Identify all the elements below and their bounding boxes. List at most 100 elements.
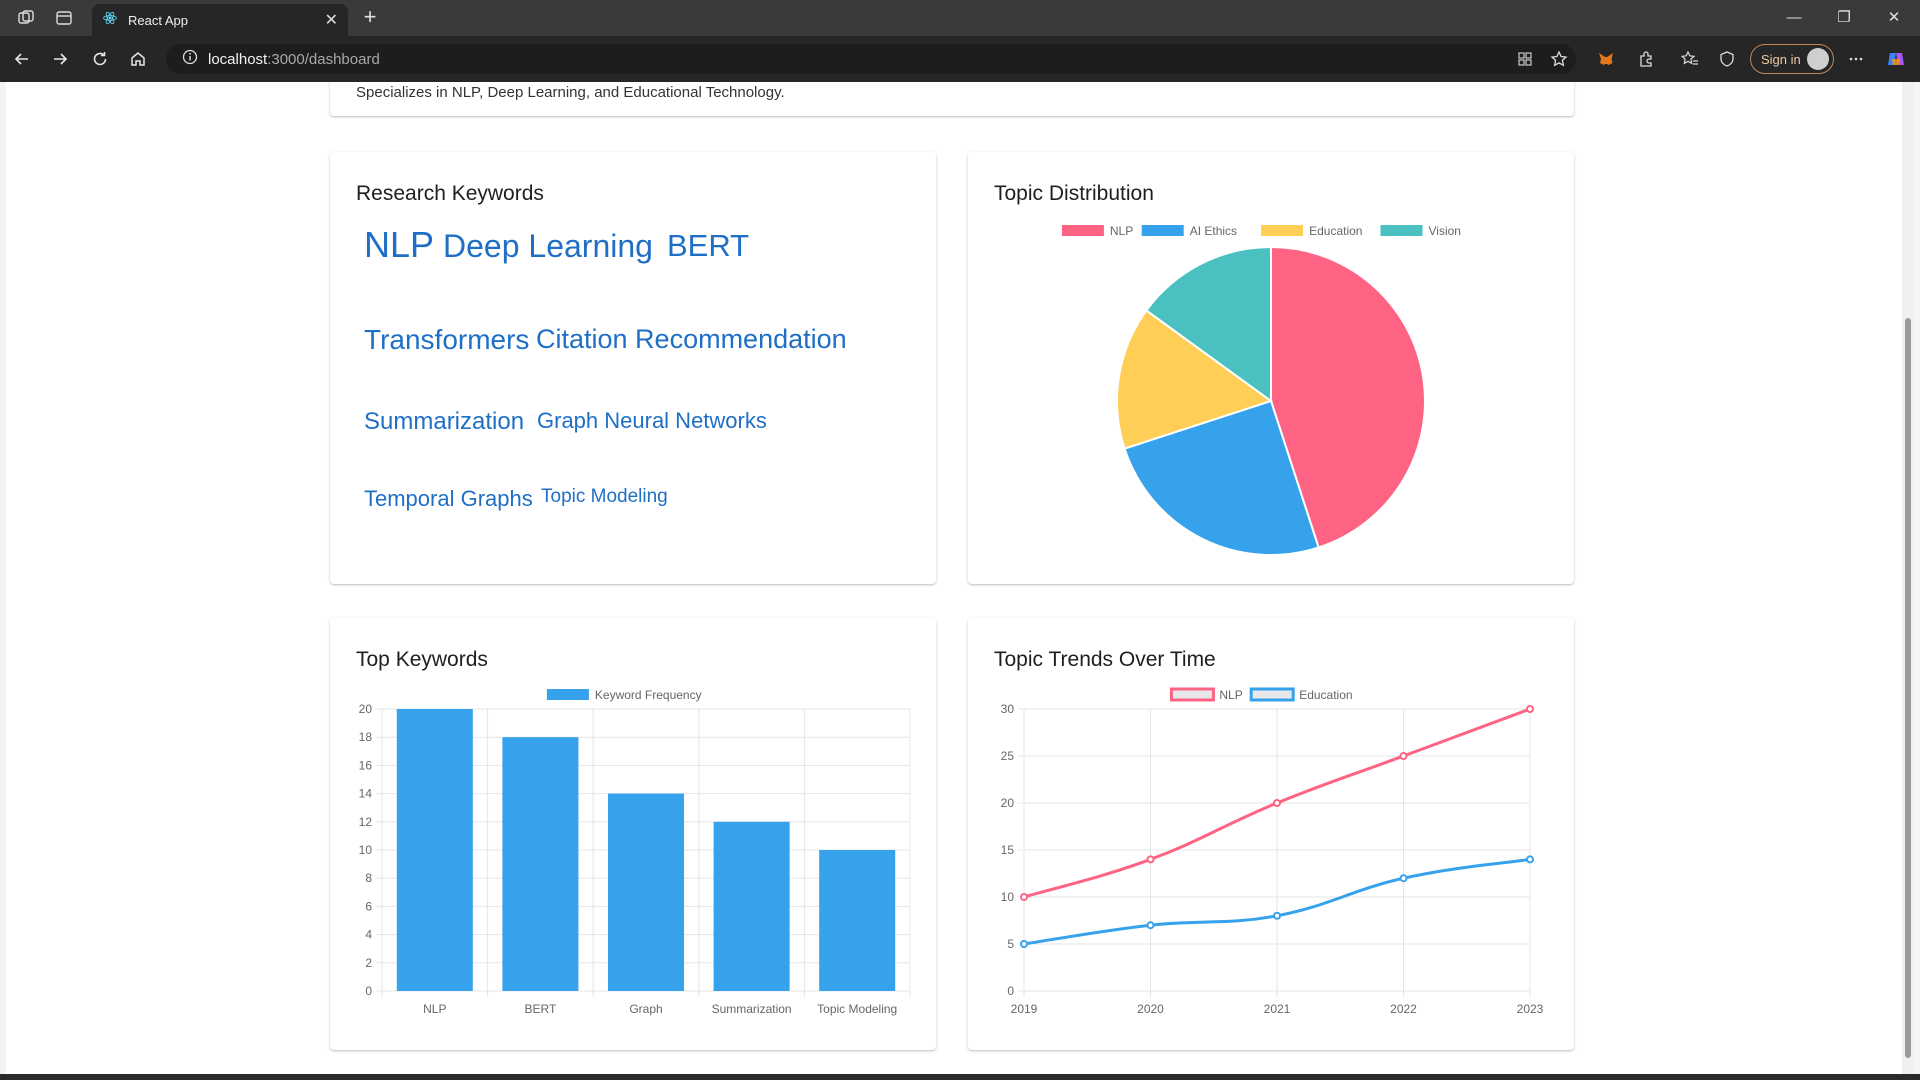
bar-topic-modeling (819, 850, 896, 991)
data-point-education (1526, 855, 1534, 864)
tab-actions-icon[interactable] (52, 6, 76, 30)
data-point-nlp (1020, 893, 1028, 901)
x-tick-label: 2022 (1390, 1002, 1417, 1016)
y-tick-label: 8 (365, 871, 372, 885)
keyword-transformers[interactable]: Transformers (364, 324, 529, 356)
bar-summarization (713, 821, 790, 991)
address-bar[interactable]: localhost:3000/dashboard (166, 44, 1576, 74)
browser-essentials-icon[interactable] (1713, 45, 1741, 73)
avatar (1807, 48, 1829, 70)
data-point-education (1020, 940, 1028, 948)
legend-label: Vision (1429, 224, 1461, 238)
y-tick-label: 14 (359, 787, 373, 801)
extensions-icon[interactable] (1632, 45, 1660, 73)
x-tick-label: 2019 (1011, 1002, 1038, 1016)
legend-label: Education (1299, 688, 1352, 702)
legend-swatch (1061, 225, 1104, 236)
data-point-nlp (1273, 799, 1281, 807)
legend-swatch (1380, 225, 1423, 236)
browser-nav-bar: localhost:3000/dashboard Sign in (0, 36, 1920, 82)
url-text: localhost:3000/dashboard (208, 50, 380, 68)
legend-swatch (1249, 687, 1295, 702)
keyword-citation-recommendation[interactable]: Citation Recommendation (536, 324, 847, 355)
keyword-temporal-graphs[interactable]: Temporal Graphs (364, 486, 533, 512)
y-tick-label: 2 (365, 956, 372, 970)
x-tick-label: 2023 (1517, 1002, 1544, 1016)
more-menu-icon[interactable] (1842, 45, 1870, 73)
close-tab-icon[interactable]: ✕ (325, 10, 338, 30)
back-icon[interactable] (8, 45, 36, 73)
topic-distribution-card: Topic Distribution NLP AI Ethics Education… (968, 152, 1574, 584)
tab-react-app[interactable]: React App ✕ (92, 4, 348, 36)
y-tick-label: 12 (359, 815, 373, 829)
keyword-bert[interactable]: BERT (667, 228, 749, 264)
x-tick-label: Summarization (712, 1002, 792, 1016)
metamask-extension-icon[interactable] (1592, 45, 1620, 73)
sign-in-button[interactable]: Sign in (1750, 44, 1834, 74)
data-point-education (1399, 874, 1408, 883)
bar-graph (607, 793, 685, 991)
keyword-nlp[interactable]: NLP (364, 224, 434, 266)
legend-swatch (546, 689, 589, 700)
refresh-icon[interactable] (86, 45, 114, 73)
site-info-icon[interactable] (182, 49, 198, 70)
browser-tab-bar: React App ✕ + — ❐ ✕ (0, 0, 1920, 36)
tab-title: React App (128, 12, 188, 28)
legend-swatch (1141, 225, 1184, 236)
y-tick-label: 10 (359, 843, 373, 857)
card-title: Research Keywords (356, 182, 544, 205)
legend-swatch (1261, 225, 1304, 236)
data-point-nlp (1146, 855, 1155, 864)
topic-trends-card: Topic Trends Over Time NLP Education 0 5 10 1… (968, 618, 1574, 1050)
bar-chart: Keyword Frequency 0 2 4 6 8 10 12 14 16 18 20 NLP BER… (359, 688, 911, 1016)
close-window-icon[interactable]: ✕ (1872, 4, 1916, 32)
scrollbar-thumb[interactable] (1905, 318, 1911, 1058)
y-tick-label: 30 (1001, 702, 1015, 716)
bar-bert (502, 737, 579, 991)
minimize-icon[interactable]: — (1772, 4, 1816, 32)
favorites-icon[interactable] (1676, 45, 1704, 73)
keyword-topic-modeling[interactable]: Topic Modeling (541, 486, 668, 508)
legend-label: NLP (1110, 224, 1133, 238)
window-bottom-edge (0, 1074, 1920, 1080)
keyword-summarization[interactable]: Summarization (364, 408, 524, 436)
x-tick-label: 2021 (1264, 1002, 1291, 1016)
legend-swatch (1169, 687, 1215, 702)
legend-label: Education (1309, 224, 1362, 238)
sign-in-label: Sign in (1761, 51, 1801, 67)
y-tick-label: 18 (359, 730, 373, 744)
forward-icon[interactable] (46, 45, 74, 73)
copilot-icon[interactable] (1882, 45, 1910, 73)
workspaces-icon[interactable] (14, 6, 38, 30)
legend-label: Keyword Frequency (595, 688, 702, 702)
keyword-graph-neural-networks[interactable]: Graph Neural Networks (537, 408, 767, 434)
y-tick-label: 25 (1001, 749, 1015, 763)
profile-card: Specializes in NLP, Deep Learning, and E… (330, 82, 1574, 116)
research-keywords-card: Research Keywords NLP Deep Learning BERT… (330, 152, 936, 584)
data-point-nlp (1399, 752, 1408, 760)
x-tick-label: Graph (629, 1002, 662, 1016)
new-tab-icon[interactable]: + (356, 4, 384, 32)
y-tick-label: 4 (365, 928, 372, 942)
x-tick-label: 2020 (1137, 1002, 1164, 1016)
data-point-education (1273, 911, 1281, 920)
page-viewport: Specializes in NLP, Deep Learning, and E… (6, 82, 1902, 1074)
restore-icon[interactable]: ❐ (1822, 4, 1866, 32)
top-keywords-card: Top Keywords Keyword Frequency 0 2 4 6 8 10 12 1… (330, 618, 936, 1050)
x-tick-label: BERT (525, 1002, 557, 1016)
keyword-deep-learning[interactable]: Deep Learning (443, 228, 653, 265)
page-scrollbar[interactable] (1902, 82, 1914, 1074)
home-icon[interactable] (124, 45, 152, 73)
pie-chart: NLP AI Ethics Education Vision (1061, 224, 1461, 556)
x-tick-label: NLP (423, 1002, 446, 1016)
y-tick-label: 20 (1001, 796, 1015, 810)
profile-text: Specializes in NLP, Deep Learning, and E… (356, 84, 785, 101)
legend-label: AI Ethics (1190, 224, 1237, 238)
react-logo-icon (102, 10, 118, 31)
y-tick-label: 0 (1007, 984, 1014, 998)
app-available-icon[interactable] (1511, 45, 1539, 73)
y-tick-label: 16 (359, 758, 373, 772)
y-tick-label: 10 (1001, 890, 1015, 904)
favorite-star-icon[interactable] (1545, 45, 1573, 73)
y-tick-label: 5 (1007, 937, 1014, 951)
